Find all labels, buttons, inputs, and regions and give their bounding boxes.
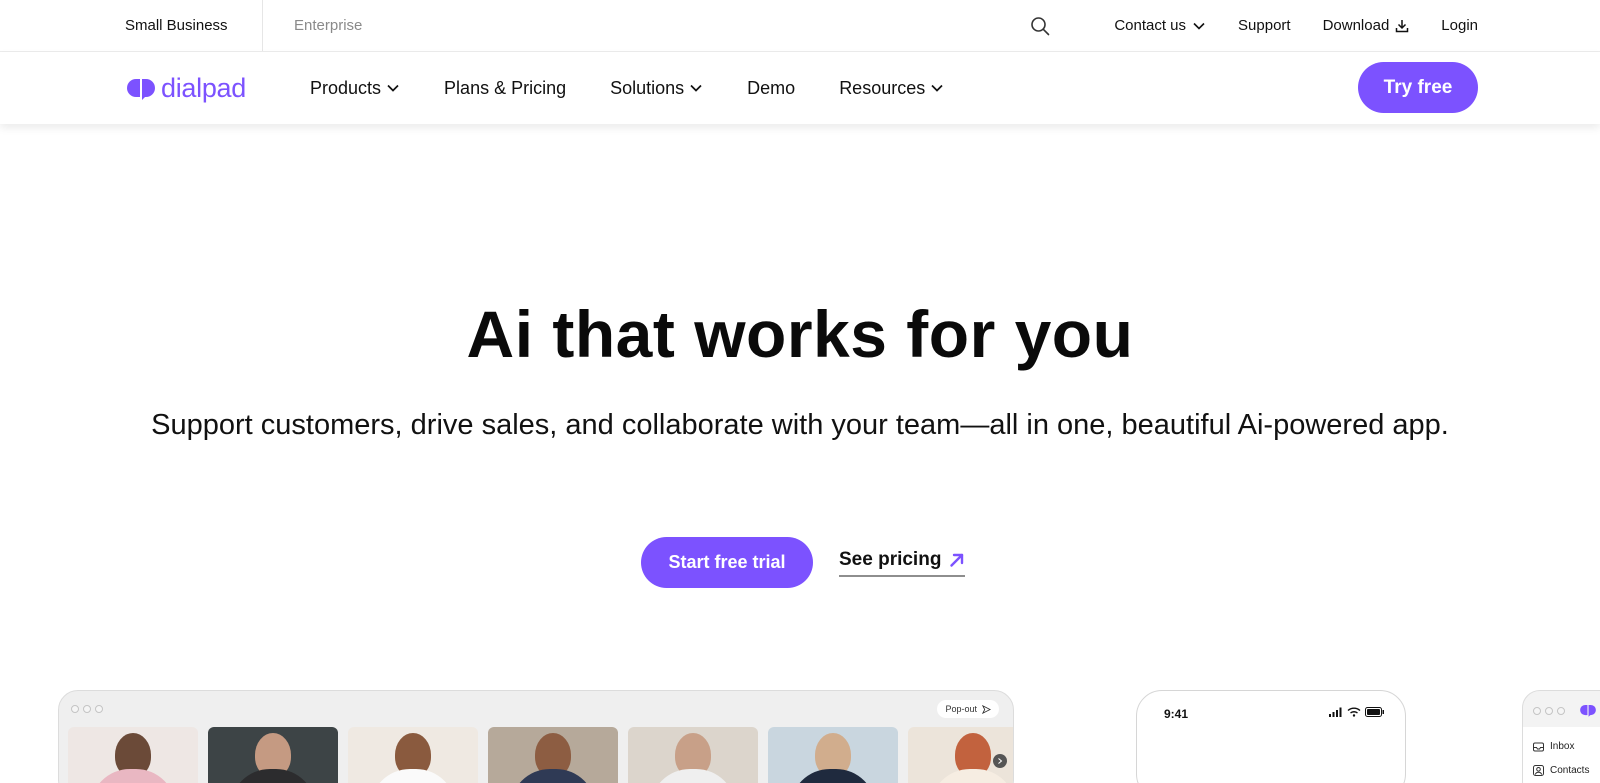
main-nav: dialpad Products Plans & Pricing Solutio… (0, 52, 1600, 124)
dialpad-logo[interactable]: dialpad (125, 70, 246, 106)
pop-out-button[interactable]: Pop-out (937, 700, 999, 718)
sidebar-item-contacts[interactable]: Contacts (1533, 765, 1589, 776)
nav-item-label: Resources (839, 77, 926, 98)
nav-item-products[interactable]: Products (310, 78, 400, 99)
participant-tile (768, 727, 898, 783)
see-pricing-link[interactable]: See pricing (839, 548, 966, 577)
nav-item-resources[interactable]: Resources (839, 78, 944, 99)
participant-tile (488, 727, 618, 783)
send-icon (982, 704, 991, 714)
window-controls (1533, 707, 1569, 715)
sidebar-item-label: Contacts (1550, 765, 1590, 776)
logo-text: dialpad (161, 72, 246, 103)
utility-links: Contact us Support Download Login (1030, 0, 1478, 51)
support-link[interactable]: Support (1238, 17, 1291, 34)
hero-title: Ai that works for you (466, 297, 1134, 371)
dialpad-logo-icon (127, 79, 155, 100)
arrow-up-right-icon (949, 552, 965, 568)
nav-item-label: Solutions (610, 77, 685, 98)
video-call-preview: Pop-out (58, 690, 1014, 783)
nav-item-label: Products (310, 77, 382, 98)
search-icon[interactable] (1030, 15, 1052, 37)
participant-tile (628, 727, 758, 783)
sidebar-item-label: Inbox (1550, 741, 1575, 752)
sidebar-item-inbox[interactable]: Inbox (1533, 741, 1574, 752)
hero-subtitle: Support customers, drive sales, and coll… (151, 409, 1449, 441)
segment-enterprise[interactable]: Enterprise (294, 0, 362, 51)
try-free-button[interactable]: Try free (1358, 62, 1478, 113)
next-participants-button[interactable] (993, 754, 1007, 768)
download-link[interactable]: Download (1323, 17, 1410, 34)
nav-item-solutions[interactable]: Solutions (610, 78, 703, 99)
hero-ctas: Start free trial See pricing (641, 537, 966, 588)
nav-links: Products Plans & Pricing Solutions Demo … (310, 52, 988, 124)
utility-bar: Small Business Enterprise Contact us Sup… (0, 0, 1600, 52)
dialpad-logo-icon (1580, 704, 1596, 717)
contact-us-link[interactable]: Contact us (1114, 17, 1206, 34)
app-sidebar: Inbox Contacts (1523, 727, 1600, 783)
chevron-down-icon (689, 81, 703, 95)
phone-status-icons (1329, 707, 1385, 717)
wifi-icon (1347, 707, 1361, 717)
participant-tile (68, 727, 198, 783)
contacts-icon (1533, 765, 1544, 776)
contact-us-label: Contact us (1114, 17, 1187, 34)
participant-tiles (68, 727, 1013, 783)
login-link[interactable]: Login (1441, 17, 1478, 34)
desktop-app-preview: Inbox Contacts (1522, 690, 1600, 783)
download-label: Download (1322, 17, 1390, 34)
signal-icon (1329, 707, 1342, 717)
segment-small-business[interactable]: Small Business (125, 0, 228, 51)
chevron-down-icon (386, 81, 400, 95)
mobile-app-preview: 9:41 (1136, 690, 1406, 783)
inbox-icon (1533, 742, 1544, 752)
battery-icon (1365, 707, 1384, 717)
phone-clock: 9:41 (1164, 707, 1189, 721)
download-icon (1395, 19, 1409, 33)
nav-item-demo[interactable]: Demo (747, 78, 795, 99)
window-controls (71, 705, 107, 713)
chevron-down-icon (1192, 19, 1206, 33)
participant-tile (208, 727, 338, 783)
pop-out-label: Pop-out (945, 704, 977, 714)
segment-divider (262, 0, 263, 51)
chevron-down-icon (930, 81, 944, 95)
nav-item-plans-pricing[interactable]: Plans & Pricing (444, 78, 566, 99)
participant-tile (348, 727, 478, 783)
see-pricing-label: See pricing (839, 548, 942, 570)
start-free-trial-button[interactable]: Start free trial (641, 537, 813, 588)
